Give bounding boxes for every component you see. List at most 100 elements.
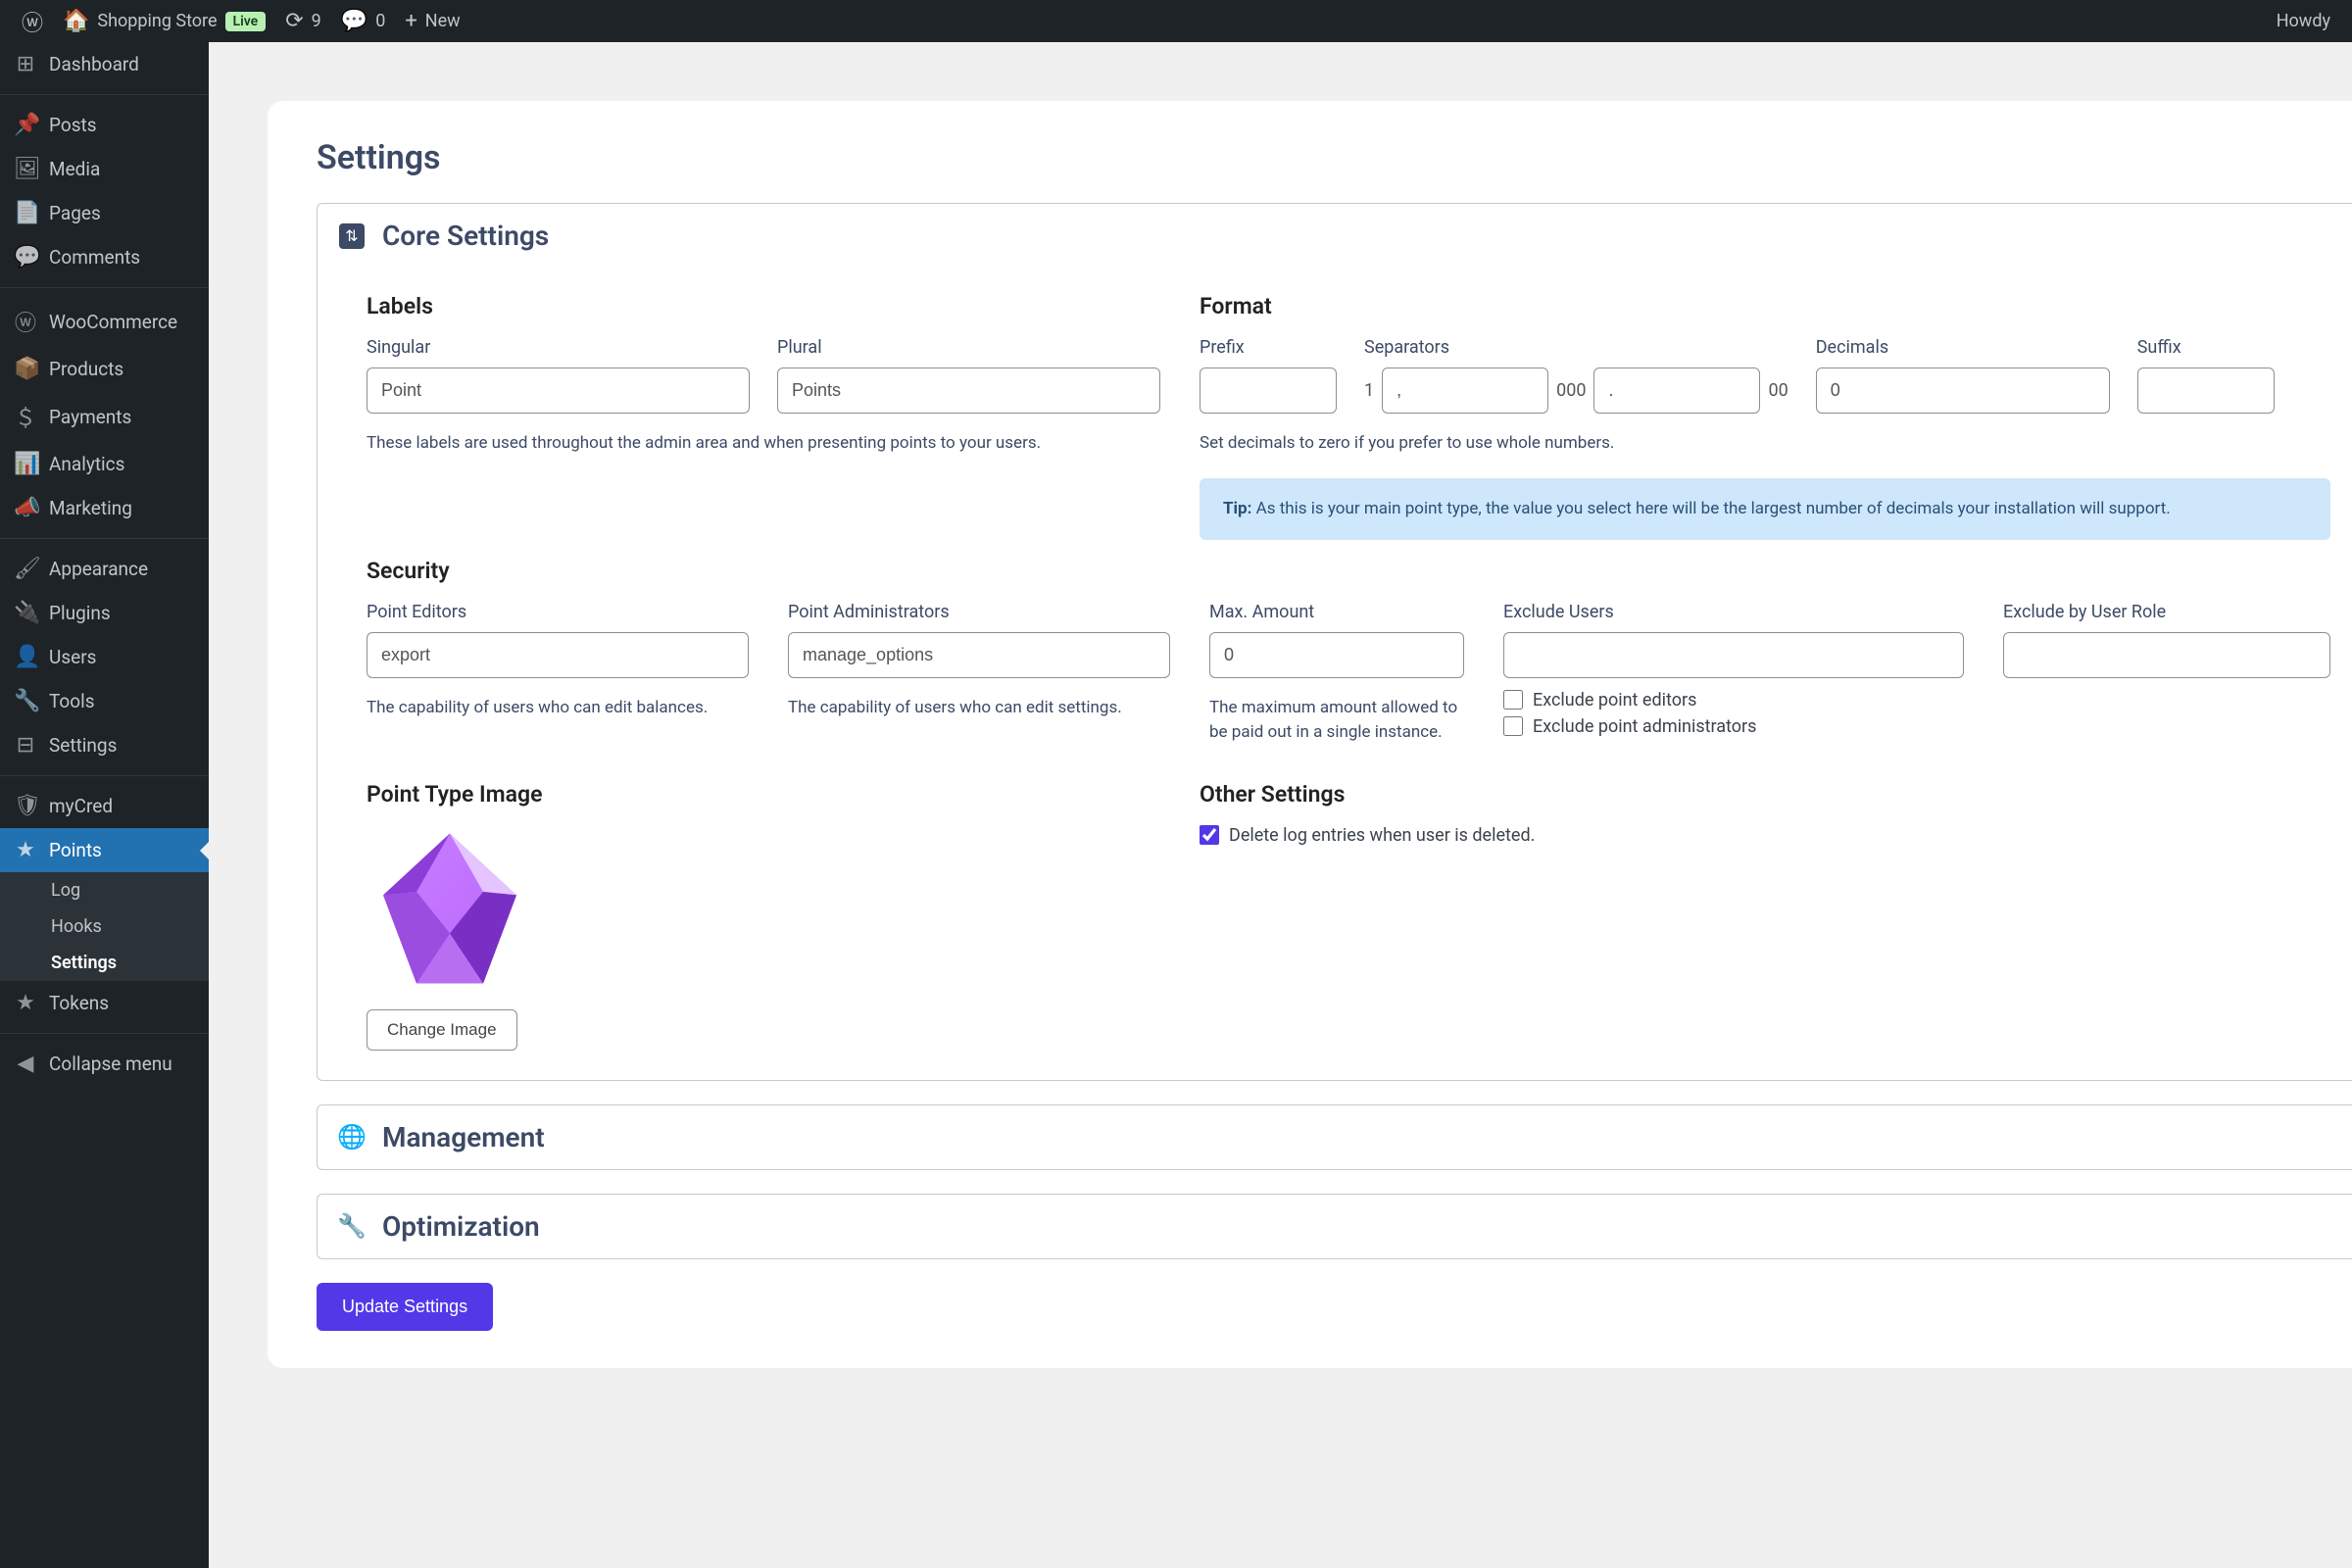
point-editors-label: Point Editors: [367, 602, 749, 622]
point-admins-help: The capability of users who can edit set…: [788, 696, 1170, 721]
update-settings-button[interactable]: Update Settings: [317, 1283, 493, 1331]
labels-heading: Labels: [367, 293, 1160, 319]
singular-input[interactable]: [367, 368, 750, 414]
pages-icon: 📄: [14, 201, 37, 225]
menu-products[interactable]: 📦 Products: [0, 347, 209, 391]
sep-decimal: 00: [1768, 380, 1788, 401]
menu-tools[interactable]: 🔧Tools: [0, 679, 209, 723]
optimization-icon: 🔧: [339, 1213, 365, 1239]
archive-icon: 📦: [14, 357, 37, 381]
point-editors-input[interactable]: [367, 632, 749, 678]
max-amount-input[interactable]: [1209, 632, 1464, 678]
new-content[interactable]: + New: [395, 0, 469, 42]
shield-icon: 🛡: [14, 794, 37, 818]
menu-payments[interactable]: ＄Payments: [0, 391, 209, 442]
menu-label: Collapse menu: [49, 1053, 172, 1075]
other-settings-heading: Other Settings: [1200, 781, 2330, 808]
delete-log-checkbox[interactable]: [1200, 825, 1219, 845]
menu-label: Settings: [49, 734, 117, 757]
exclude-role-input[interactable]: [2003, 632, 2330, 678]
max-amount-help: The maximum amount allowed to be paid ou…: [1209, 696, 1464, 746]
exclude-admins-checkbox[interactable]: [1503, 716, 1523, 736]
menu-label: Products: [49, 358, 123, 380]
menu-appearance[interactable]: 🖌Appearance: [0, 547, 209, 591]
exclude-users-input[interactable]: [1503, 632, 1964, 678]
menu-label: Analytics: [49, 453, 124, 475]
pin-icon: 📌: [14, 113, 37, 137]
brush-icon: 🖌: [14, 557, 37, 581]
menu-pages[interactable]: 📄 Pages: [0, 191, 209, 235]
point-admins-input[interactable]: [788, 632, 1170, 678]
management-icon: 🌐: [339, 1124, 365, 1150]
sep-thousand: 000: [1556, 380, 1586, 401]
menu-dashboard[interactable]: ⊞Dashboard: [0, 42, 209, 86]
accordion-optimization: 🔧 Optimization: [317, 1194, 2352, 1259]
suffix-input[interactable]: [2137, 368, 2275, 414]
star-icon: ★: [14, 838, 37, 862]
security-heading: Security: [367, 558, 2330, 584]
plus-icon: +: [405, 9, 416, 33]
singular-label: Singular: [367, 337, 750, 358]
plural-input[interactable]: [777, 368, 1160, 414]
menu-settings[interactable]: ⊟ Settings: [0, 723, 209, 767]
accordion-management: 🌐 Management: [317, 1104, 2352, 1170]
exclude-admins-label: Exclude point administrators: [1533, 716, 1756, 737]
menu-label: Payments: [49, 406, 131, 428]
howdy[interactable]: Howdy: [2267, 0, 2340, 42]
format-help: Set decimals to zero if you prefer to us…: [1200, 431, 2330, 457]
tip-label: Tip:: [1223, 499, 1251, 518]
menu-woocommerce[interactable]: ⓦWooCommerce: [0, 296, 209, 347]
accordion-header-management[interactable]: 🌐 Management: [318, 1105, 2352, 1169]
updates[interactable]: ⟳ 9: [275, 0, 331, 42]
menu-points[interactable]: ★ Points: [0, 828, 209, 872]
dashboard-icon: ⊞: [14, 52, 37, 76]
wp-logo[interactable]: ⓦ: [12, 0, 53, 42]
menu-analytics[interactable]: 📊Analytics: [0, 442, 209, 486]
prefix-input[interactable]: [1200, 368, 1337, 414]
site-name[interactable]: 🏠 Shopping Store Live: [53, 0, 275, 42]
megaphone-icon: 📣: [14, 496, 37, 520]
submenu-hooks[interactable]: Hooks: [0, 908, 209, 945]
menu-marketing[interactable]: 📣Marketing: [0, 486, 209, 530]
menu-users[interactable]: 👤 Users: [0, 635, 209, 679]
submenu-log[interactable]: Log: [0, 872, 209, 908]
menu-label: myCred: [49, 795, 113, 817]
plural-label: Plural: [777, 337, 1160, 358]
menu-plugins[interactable]: 🔌Plugins: [0, 591, 209, 635]
submenu-settings[interactable]: Settings: [0, 945, 209, 981]
exclude-editors-checkbox[interactable]: [1503, 690, 1523, 710]
accordion-header-optimization[interactable]: 🔧 Optimization: [318, 1195, 2352, 1258]
menu-label: Posts: [49, 114, 97, 136]
thousand-sep-input[interactable]: [1382, 368, 1548, 414]
point-type-image-heading: Point Type Image: [367, 781, 1160, 808]
new-label: New: [425, 11, 461, 31]
menu-label: Media: [49, 158, 100, 180]
separators-label: Separators: [1364, 337, 1788, 358]
menu-posts[interactable]: 📌 Posts: [0, 103, 209, 147]
sliders-icon: ⊟: [14, 733, 37, 758]
menu-mycred[interactable]: 🛡 myCred: [0, 784, 209, 828]
accordion-header-core[interactable]: ⇅ Core Settings: [318, 204, 2352, 268]
menu-collapse[interactable]: ◀Collapse menu: [0, 1042, 209, 1086]
decimals-input[interactable]: [1816, 368, 2110, 414]
comments-bubble[interactable]: 💬 0: [331, 0, 396, 42]
format-heading: Format: [1200, 293, 2330, 319]
user-icon: 👤: [14, 645, 37, 669]
update-icon: ⟳: [285, 9, 303, 33]
suffix-label: Suffix: [2137, 337, 2275, 358]
menu-label: Users: [49, 646, 96, 668]
menu-label: Pages: [49, 202, 101, 224]
point-admins-label: Point Administrators: [788, 602, 1170, 622]
menu-label: Points: [49, 839, 102, 861]
exclude-users-label: Exclude Users: [1503, 602, 1964, 622]
woo-icon: ⓦ: [14, 306, 37, 337]
comment-icon: 💬: [14, 245, 37, 270]
labels-help: These labels are used throughout the adm…: [367, 431, 1160, 457]
change-image-button[interactable]: Change Image: [367, 1009, 517, 1051]
menu-comments[interactable]: 💬 Comments: [0, 235, 209, 279]
decimal-sep-input[interactable]: [1593, 368, 1760, 414]
page-title: Settings: [317, 138, 2352, 177]
menu-label: Comments: [49, 246, 140, 269]
menu-tokens[interactable]: ★Tokens: [0, 981, 209, 1025]
menu-media[interactable]: 🖼Media: [0, 147, 209, 191]
